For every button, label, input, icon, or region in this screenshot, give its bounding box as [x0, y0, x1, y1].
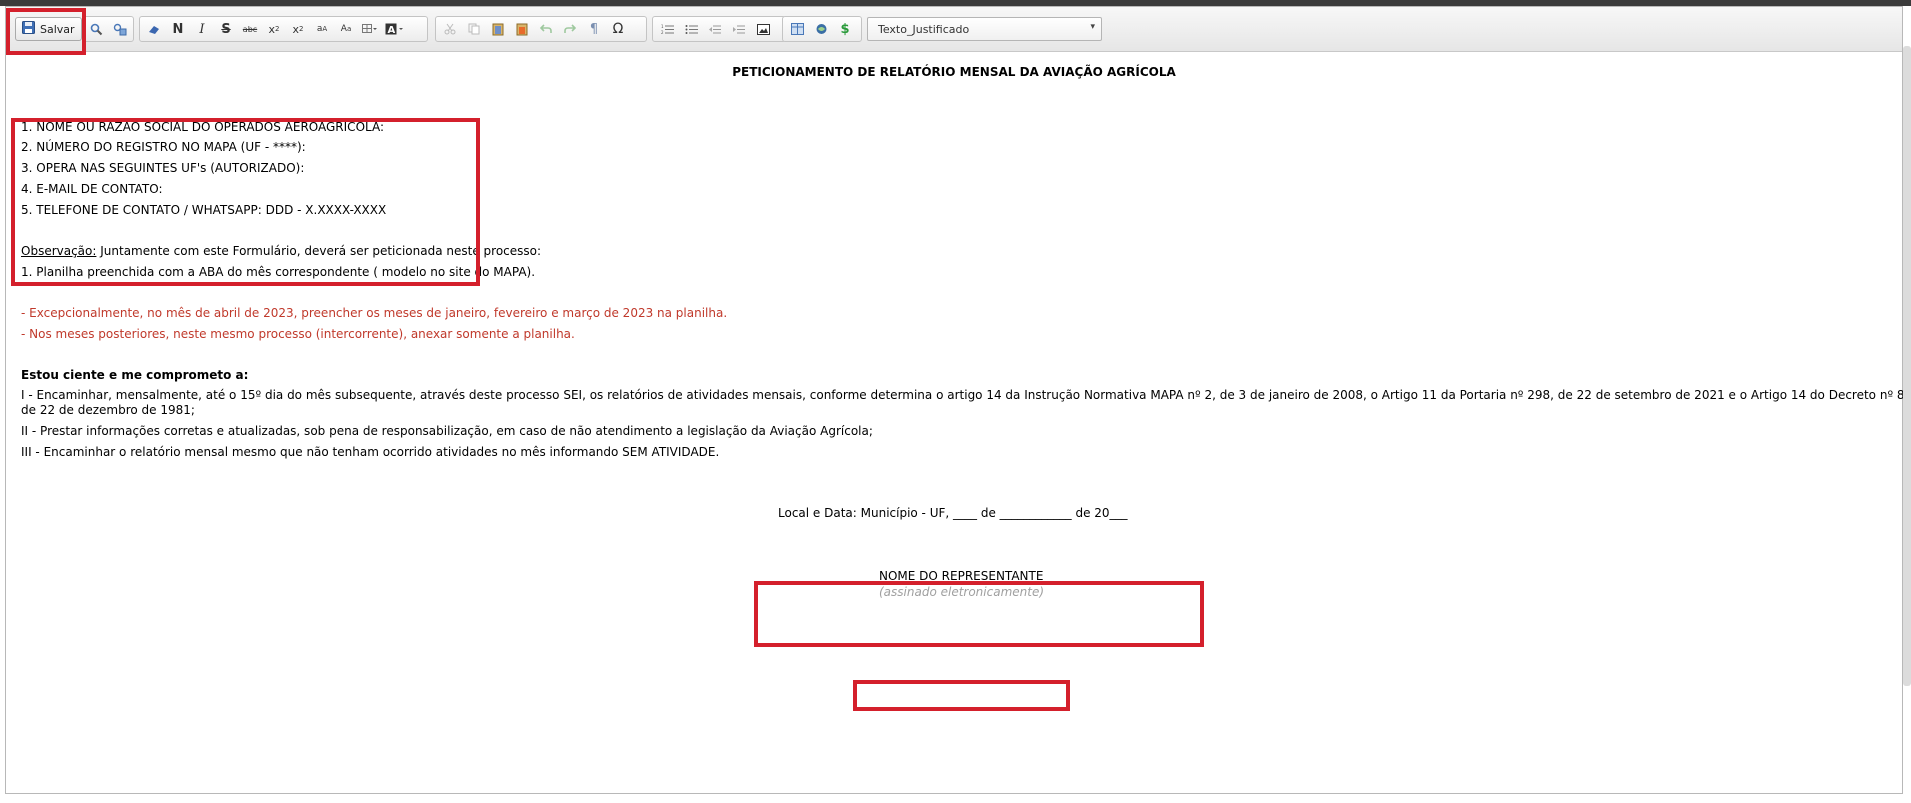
- paste-icon[interactable]: [486, 18, 510, 40]
- table-icon[interactable]: [785, 18, 809, 40]
- strikethrough-icon[interactable]: S: [214, 18, 238, 40]
- image-icon[interactable]: [751, 18, 775, 40]
- strike-abc-icon[interactable]: abc: [238, 18, 262, 40]
- italic-icon[interactable]: I: [190, 18, 214, 40]
- toolbar-group-find: [82, 16, 134, 42]
- bullet-list-icon[interactable]: [679, 18, 703, 40]
- highlight-representative: [853, 680, 1070, 711]
- red-note-exception: - Excepcionalmente, no mês de abril de 2…: [21, 306, 728, 320]
- bold-icon[interactable]: N: [166, 18, 190, 40]
- commitment-item-1-cont: de 22 de dezembro de 1981;: [21, 403, 195, 417]
- find-icon[interactable]: [85, 18, 108, 40]
- toolbar-group-list: 12: [652, 16, 786, 42]
- red-note-later-months: - Nos meses posteriores, neste mesmo pro…: [21, 327, 575, 341]
- uppercase-icon[interactable]: aA: [310, 18, 334, 40]
- paragraph-style-select[interactable]: Texto_Justificado ▾: [867, 17, 1102, 41]
- scrollbar[interactable]: [1903, 46, 1911, 686]
- indent-icon[interactable]: [727, 18, 751, 40]
- local-date-line: Local e Data: Município - UF, ____ de __…: [778, 506, 1128, 520]
- toolbar: Salvar N I S abc x2 x2 aA Aa A ¶ Ω 1 2 $…: [6, 7, 1902, 52]
- redo-icon[interactable]: [558, 18, 582, 40]
- paragraph-style-value: Texto_Justificado: [878, 22, 970, 36]
- dollar-icon[interactable]: $: [833, 18, 857, 40]
- highlight-save-button: [6, 8, 86, 55]
- numbered-list-icon[interactable]: 12: [655, 18, 679, 40]
- copy-icon[interactable]: [462, 18, 486, 40]
- commitment-item-3: III - Encaminhar o relatório mensal mesm…: [21, 445, 720, 459]
- svg-text:1: 1: [661, 24, 664, 29]
- commitment-heading: Estou ciente e me comprometo a:: [21, 368, 249, 382]
- omega-special-char-icon[interactable]: Ω: [606, 18, 630, 40]
- lowercase-icon[interactable]: Aa: [334, 18, 358, 40]
- link-sei-icon[interactable]: [809, 18, 833, 40]
- highlight-form-fields: [11, 118, 480, 286]
- replace-icon[interactable]: [108, 18, 131, 40]
- paragraph-icon[interactable]: ¶: [582, 18, 606, 40]
- svg-text:2: 2: [661, 30, 664, 35]
- toolbar-group-format: N I S abc x2 x2 aA Aa A: [139, 16, 428, 42]
- eraser-icon[interactable]: [142, 18, 166, 40]
- toolbar-group-extra: $: [782, 16, 862, 42]
- highlight-local-date: [754, 581, 1204, 647]
- document-title: PETICIONAMENTO DE RELATÓRIO MENSAL DA AV…: [732, 65, 1176, 79]
- table-dropdown-icon[interactable]: [358, 18, 382, 40]
- chevron-down-icon: ▾: [1090, 22, 1095, 32]
- svg-text:A: A: [388, 25, 396, 35]
- subscript-icon[interactable]: x2: [262, 18, 286, 40]
- toolbar-group-clipboard: ¶ Ω: [435, 16, 647, 42]
- commitment-item-2: II - Prestar informações corretas e atua…: [21, 424, 873, 438]
- paste-word-icon[interactable]: [510, 18, 534, 40]
- outdent-icon[interactable]: [703, 18, 727, 40]
- cut-icon[interactable]: [438, 18, 462, 40]
- superscript-icon[interactable]: x2: [286, 18, 310, 40]
- undo-icon[interactable]: [534, 18, 558, 40]
- commitment-item-1: I - Encaminhar, mensalmente, até o 15º d…: [21, 388, 1911, 402]
- text-color-icon[interactable]: A: [382, 18, 408, 40]
